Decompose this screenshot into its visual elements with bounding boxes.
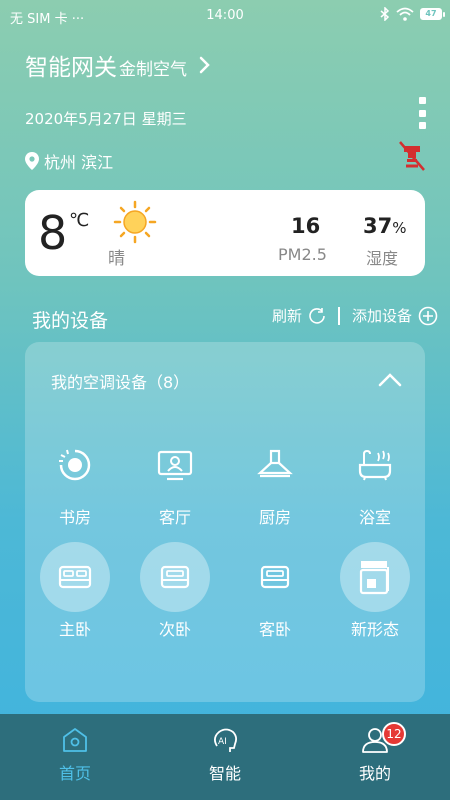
tab-label: 我的 <box>358 764 391 783</box>
ac-group-title: 我的空调设备（8） <box>51 373 190 392</box>
room-kitchen[interactable]: 厨房 <box>235 430 315 528</box>
battery-icon: 47 <box>420 8 445 20</box>
chevron-up-icon[interactable] <box>377 370 403 388</box>
room-new-form[interactable]: 新形态 <box>335 542 415 640</box>
device-offline-icon[interactable] <box>396 140 428 172</box>
bluetooth-icon <box>380 7 390 21</box>
bathtub-icon <box>340 430 410 500</box>
temperature-unit: ℃ <box>69 210 90 231</box>
room-label: 书房 <box>58 508 91 527</box>
location-pin-icon <box>25 152 39 170</box>
add-device-button[interactable]: 添加设备 <box>352 305 438 326</box>
room-second-bedroom[interactable]: 次卧 <box>135 542 215 640</box>
room-master-bedroom[interactable]: 主卧 <box>35 542 115 640</box>
bed-icon <box>140 542 210 612</box>
bed-icon <box>40 542 110 612</box>
refresh-icon <box>309 307 325 324</box>
room-label: 次卧 <box>158 620 191 639</box>
notification-badge: 12 <box>382 722 406 746</box>
location[interactable]: 杭州 滨江 <box>25 149 113 173</box>
tab-smart[interactable]: AI 智能 <box>150 714 300 800</box>
sunny-icon <box>113 200 157 244</box>
refresh-label: 刷新 <box>271 307 302 325</box>
room-bathroom[interactable]: 浴室 <box>335 430 415 528</box>
range-hood-icon <box>240 430 310 500</box>
room-label: 厨房 <box>258 508 291 527</box>
humidity-value: 37% <box>363 214 407 238</box>
add-device-label: 添加设备 <box>351 307 412 325</box>
home-icon <box>63 728 87 752</box>
temperature-value: 8 <box>38 206 68 260</box>
gateway-selector[interactable]: 智能网关 金制空气 <box>25 48 213 82</box>
tab-mine[interactable]: 我的 <box>300 714 450 800</box>
gateway-title: 智能网关 <box>25 55 117 81</box>
more-menu-icon[interactable] <box>418 97 426 129</box>
gateway-subtitle: 金制空气 <box>119 60 187 80</box>
refresh-button[interactable]: 刷新 <box>272 305 326 326</box>
plus-circle-icon <box>418 306 438 325</box>
chevron-right-icon <box>199 56 210 74</box>
study-fan-icon <box>40 430 110 500</box>
my-devices-title: 我的设备 <box>32 310 109 332</box>
location-label: 杭州 滨江 <box>44 153 114 172</box>
device-box-icon <box>340 542 410 612</box>
status-bar: 无 SIM 卡 ··· 14:00 47 <box>0 0 450 32</box>
room-label: 浴室 <box>358 508 391 527</box>
pm25-value: 16 <box>291 214 321 238</box>
humidity-label: 湿度 <box>366 249 399 268</box>
weather-condition: 晴 <box>108 249 125 269</box>
tab-label: 首页 <box>58 764 91 783</box>
tab-label: 智能 <box>208 764 241 783</box>
weather-card: 8 ℃ 晴 16 PM2.5 37% 湿度 <box>25 190 425 276</box>
ai-icon: AI <box>214 728 238 752</box>
room-label: 客厅 <box>158 508 191 527</box>
svg-text:AI: AI <box>218 737 227 747</box>
room-study[interactable]: 书房 <box>35 430 115 528</box>
wifi-icon <box>396 7 414 21</box>
room-living[interactable]: 客厅 <box>135 430 215 528</box>
tab-home[interactable]: 首页 <box>0 714 150 800</box>
room-label: 新形态 <box>350 620 399 639</box>
room-label: 主卧 <box>58 620 91 639</box>
divider <box>337 306 340 325</box>
bottom-tab-bar: 首页 AI 智能 我的 <box>0 714 450 800</box>
device-actions: 刷新 添加设备 <box>272 305 438 326</box>
ac-devices-panel: 我的空调设备（8） 书房 客厅 厨房 浴室 主卧 次卧 客卧 新形态 <box>25 342 425 702</box>
status-icons: 47 <box>380 7 445 21</box>
bed-icon <box>240 542 310 612</box>
pm25-label: PM2.5 <box>278 245 327 264</box>
room-label: 客卧 <box>258 620 291 639</box>
tv-icon <box>140 430 210 500</box>
room-guest-bedroom[interactable]: 客卧 <box>235 542 315 640</box>
current-date: 2020年5月27日 星期三 <box>25 110 187 128</box>
